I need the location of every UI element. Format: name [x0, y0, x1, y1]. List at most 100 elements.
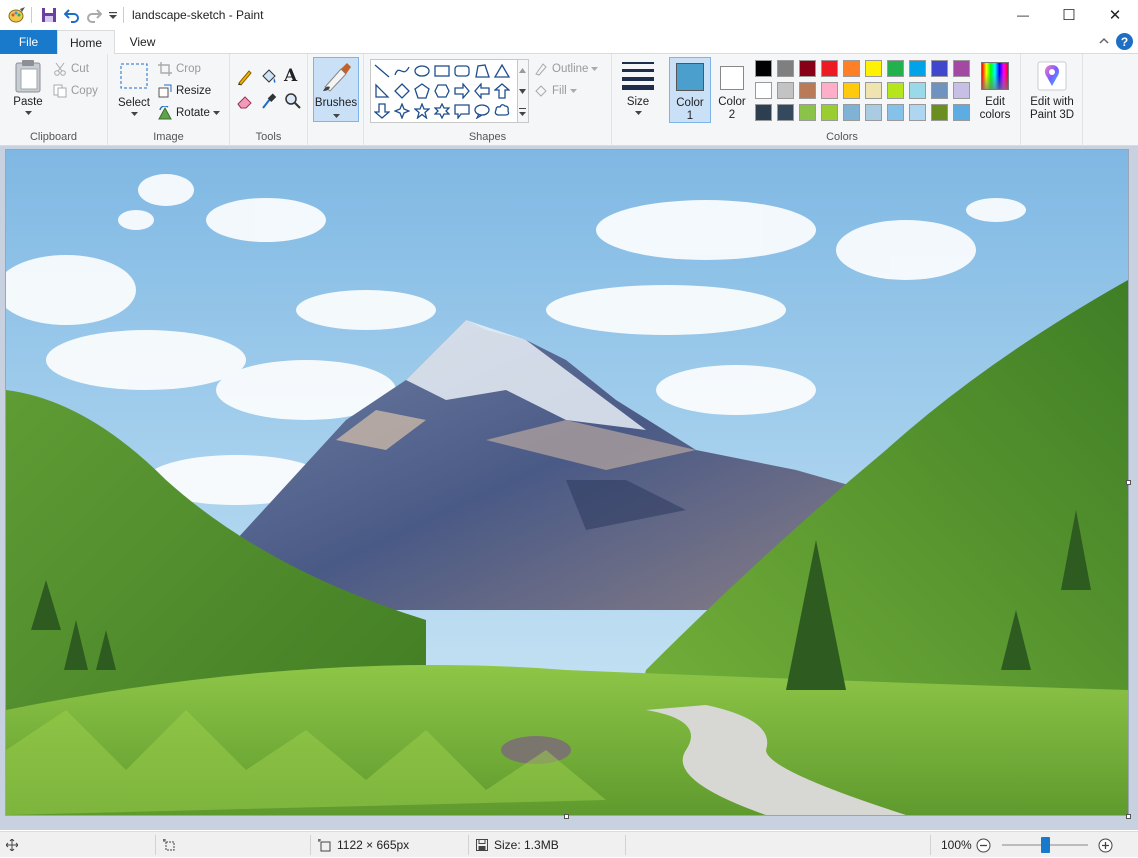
zoom-slider-thumb[interactable]	[1040, 837, 1050, 853]
pentagon-shape-icon[interactable]	[413, 82, 431, 100]
oval-callout-shape-icon[interactable]	[473, 102, 491, 120]
fill-icon[interactable]	[260, 68, 278, 89]
left-arrow-shape-icon[interactable]	[473, 82, 491, 100]
palette-swatch[interactable]	[755, 82, 772, 99]
palette-swatch[interactable]	[821, 60, 838, 77]
palette-swatch[interactable]	[843, 82, 860, 99]
line-shape-icon[interactable]	[373, 62, 391, 80]
cursor-position-icon	[6, 832, 18, 858]
copy-button[interactable]: Copy	[53, 81, 98, 101]
palette-swatch[interactable]	[887, 82, 904, 99]
maximize-button[interactable]: ☐	[1046, 0, 1092, 30]
cut-button[interactable]: Cut	[53, 59, 89, 79]
four-point-star-shape-icon[interactable]	[393, 102, 411, 120]
help-icon[interactable]: ?	[1116, 33, 1133, 50]
polygon-shape-icon[interactable]	[473, 62, 491, 80]
collapse-ribbon-icon[interactable]	[1098, 35, 1110, 50]
down-arrow-shape-icon[interactable]	[373, 102, 391, 120]
rotate-icon	[158, 106, 172, 120]
size-button[interactable]: Size	[617, 60, 659, 116]
curve-shape-icon[interactable]	[393, 62, 411, 80]
oval-shape-icon[interactable]	[413, 62, 431, 80]
palette-swatch[interactable]	[887, 60, 904, 77]
diamond-shape-icon[interactable]	[393, 82, 411, 100]
color2-button[interactable]: Color 2	[713, 57, 751, 123]
canvas-area	[0, 146, 1138, 830]
palette-swatch[interactable]	[909, 82, 926, 99]
resize-handle-bottom[interactable]	[564, 814, 569, 819]
palette-swatch[interactable]	[953, 60, 970, 77]
palette-swatch[interactable]	[843, 104, 860, 121]
palette-swatch[interactable]	[931, 82, 948, 99]
minimize-button[interactable]: —	[1000, 0, 1046, 30]
palette-swatch[interactable]	[843, 60, 860, 77]
resize-handle-right[interactable]	[1126, 480, 1131, 485]
resize-handle-corner[interactable]	[1126, 814, 1131, 819]
palette-swatch[interactable]	[799, 82, 816, 99]
palette-swatch[interactable]	[931, 60, 948, 77]
color-picker-icon[interactable]	[260, 92, 278, 113]
zoom-out-button[interactable]	[976, 832, 991, 858]
undo-icon[interactable]	[64, 6, 80, 24]
brushes-button[interactable]: Brushes	[313, 57, 359, 122]
color1-button[interactable]: Color 1	[669, 57, 711, 123]
palette-swatch[interactable]	[865, 82, 882, 99]
palette-swatch[interactable]	[931, 104, 948, 121]
five-point-star-shape-icon[interactable]	[413, 102, 431, 120]
pencil-icon[interactable]	[236, 68, 254, 89]
paint3d-group: Edit with Paint 3D	[1021, 54, 1083, 146]
palette-swatch[interactable]	[777, 60, 794, 77]
redo-icon[interactable]	[86, 6, 102, 24]
palette-swatch[interactable]	[953, 104, 970, 121]
crop-label: Crop	[176, 63, 201, 75]
rect-callout-shape-icon[interactable]	[453, 102, 471, 120]
palette-swatch[interactable]	[865, 104, 882, 121]
canvas[interactable]	[6, 150, 1128, 815]
tab-view[interactable]: View	[115, 30, 170, 54]
palette-swatch[interactable]	[909, 60, 926, 77]
rotate-button[interactable]: Rotate	[158, 103, 224, 123]
edit-colors-button[interactable]: Edit colors	[975, 57, 1015, 123]
palette-swatch[interactable]	[909, 104, 926, 121]
triangle-shape-icon[interactable]	[493, 62, 511, 80]
palette-swatch[interactable]	[799, 104, 816, 121]
right-arrow-shape-icon[interactable]	[453, 82, 471, 100]
save-icon[interactable]	[41, 6, 57, 24]
hexagon-shape-icon[interactable]	[433, 82, 451, 100]
shapes-scroll[interactable]	[518, 59, 529, 123]
resize-button[interactable]: Resize	[158, 81, 211, 101]
palette-swatch[interactable]	[821, 104, 838, 121]
palette-swatch[interactable]	[755, 60, 772, 77]
outline-button[interactable]: Outline	[534, 59, 602, 79]
edit-with-paint3d-button[interactable]: Edit with Paint 3D	[1023, 57, 1081, 123]
select-button[interactable]: Select	[114, 62, 154, 117]
select-dropdown-icon	[130, 112, 138, 116]
customize-quick-access-icon[interactable]	[108, 6, 118, 24]
palette-swatch[interactable]	[777, 104, 794, 121]
palette-swatch[interactable]	[953, 82, 970, 99]
close-button[interactable]: ✕	[1092, 0, 1138, 30]
fill-button[interactable]: Fill	[534, 81, 581, 101]
rounded-rectangle-shape-icon[interactable]	[453, 62, 471, 80]
palette-swatch[interactable]	[887, 104, 904, 121]
palette-swatch[interactable]	[777, 82, 794, 99]
zoom-in-button[interactable]	[1098, 832, 1113, 858]
tab-home[interactable]: Home	[57, 30, 115, 55]
palette-swatch[interactable]	[755, 104, 772, 121]
eraser-icon[interactable]	[236, 92, 254, 113]
paste-button[interactable]: Paste	[8, 59, 48, 116]
selection-size-icon	[163, 832, 176, 858]
right-triangle-shape-icon[interactable]	[373, 82, 391, 100]
up-arrow-shape-icon[interactable]	[493, 82, 511, 100]
rectangle-shape-icon[interactable]	[433, 62, 451, 80]
cloud-callout-shape-icon[interactable]	[493, 102, 511, 120]
six-point-star-shape-icon[interactable]	[433, 102, 451, 120]
paint-app-icon[interactable]	[8, 6, 26, 24]
palette-swatch[interactable]	[821, 82, 838, 99]
palette-swatch[interactable]	[799, 60, 816, 77]
tab-file[interactable]: File	[0, 30, 57, 54]
crop-button[interactable]: Crop	[158, 59, 201, 79]
magnifier-icon[interactable]	[284, 92, 302, 113]
palette-swatch[interactable]	[865, 60, 882, 77]
text-icon[interactable]: A	[284, 66, 297, 86]
